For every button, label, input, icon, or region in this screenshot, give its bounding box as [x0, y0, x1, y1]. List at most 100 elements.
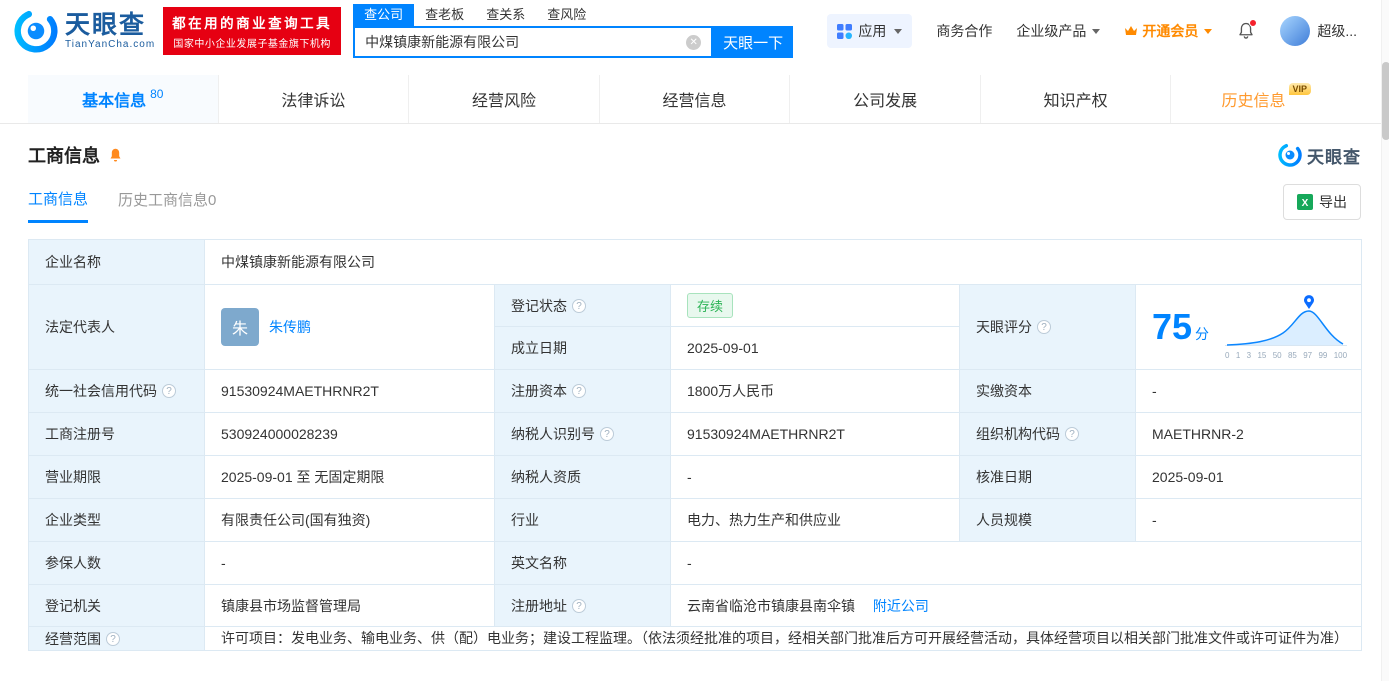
legal-rep-link[interactable]: 朱传鹏	[269, 317, 311, 337]
field-reg-capital-value: 1800万人民币	[670, 369, 960, 413]
tab-history-info[interactable]: 历史信息 VIP	[1171, 75, 1361, 123]
tab-basic-info-count: 80	[150, 87, 164, 101]
field-reg-number-label: 工商注册号	[28, 412, 205, 456]
score-tick: 100	[1333, 350, 1348, 360]
tab-intellectual-property[interactable]: 知识产权	[981, 75, 1172, 123]
field-reg-capital-label: 注册资本?	[494, 369, 671, 413]
help-icon[interactable]: ?	[572, 298, 586, 313]
clear-search-icon[interactable]: ✕	[686, 34, 702, 50]
field-staff-size-label: 人员规模	[959, 498, 1136, 542]
field-establish-date-value: 2025-09-01	[670, 326, 960, 370]
field-insured-count-label: 参保人数	[28, 541, 205, 585]
score-tick: 50	[1272, 350, 1282, 360]
slogan-line1: 都在用的商业查询工具	[172, 16, 333, 31]
tab-label: 知识产权	[1043, 93, 1108, 110]
excel-icon: X	[1297, 194, 1313, 210]
field-insured-count-value: -	[204, 541, 495, 585]
help-icon[interactable]: ?	[162, 384, 176, 398]
apps-menu-button[interactable]: 应用	[827, 14, 913, 48]
field-reg-status-label: 登记状态?	[494, 284, 671, 327]
tianyan-score[interactable]: 75 分 0 1 3 15 50 85 97 99 100	[1152, 294, 1348, 360]
menu-item-cooperation[interactable]: 商务合作	[936, 21, 992, 41]
search-tabs: 查公司 查老板 查关系 查风险	[353, 4, 793, 26]
score-tick: 99	[1318, 350, 1328, 360]
field-staff-size-value: -	[1134, 498, 1363, 542]
field-industry-value: 电力、热力生产和供应业	[670, 498, 960, 542]
score-tick: 3	[1246, 350, 1252, 360]
field-reg-authority-value: 镇康县市场监督管理局	[204, 584, 495, 627]
notification-bell[interactable]	[1236, 19, 1258, 41]
field-company-name-value: 中煤镇康新能源有限公司	[203, 239, 1363, 285]
field-reg-address-value: 云南省临沧市镇康县南伞镇 附近公司	[669, 584, 1363, 627]
open-vip-label: 开通会员	[1142, 23, 1199, 39]
subtab-row: 工商信息 历史工商信息0 X 导出	[0, 168, 1389, 226]
search-button[interactable]: 天眼一下	[713, 26, 794, 58]
tab-operation-risk[interactable]: 经营风险	[409, 75, 600, 123]
section-head: 工商信息 天眼查	[0, 124, 1389, 168]
field-taxpayer-id-value: 91530924MAETHRNR2T	[670, 412, 960, 456]
field-score-label: 天眼评分?	[959, 284, 1136, 370]
help-icon[interactable]: ?	[106, 631, 120, 646]
search-tab-risk[interactable]: 查风险	[536, 4, 597, 26]
score-tick: 97	[1303, 350, 1313, 360]
subtab-history-business-info[interactable]: 历史工商信息0	[118, 189, 216, 221]
field-org-code-value: MAETHRNR-2	[1134, 412, 1363, 456]
apps-grid-icon	[837, 23, 853, 39]
watermark-logo: 天眼查	[1278, 143, 1361, 168]
field-reg-status-value: 存续	[670, 284, 960, 327]
field-approval-date-value: 2025-09-01	[1134, 455, 1363, 499]
crown-icon	[1124, 25, 1138, 37]
field-approval-date-label: 核准日期	[959, 455, 1136, 499]
search-input[interactable]	[365, 34, 687, 50]
score-tick: 0	[1225, 350, 1230, 360]
slogan-line2: 国家中小企业发展子基金旗下机构	[173, 39, 331, 50]
search-tab-boss[interactable]: 查老板	[414, 4, 475, 26]
help-icon[interactable]: ?	[1065, 427, 1079, 441]
chevron-down-icon	[1204, 28, 1213, 34]
field-establish-date-label: 成立日期	[494, 326, 671, 370]
business-info-table: 企业名称 中煤镇康新能源有限公司 法定代表人 朱 朱传鹏 登记状态? 存续 天眼…	[28, 239, 1363, 651]
scrollbar[interactable]	[1381, 0, 1389, 681]
tab-operation-info[interactable]: 经营信息	[600, 75, 791, 123]
help-icon[interactable]: ?	[572, 598, 586, 613]
cooperation-label: 商务合作	[936, 23, 993, 39]
status-badge: 存续	[687, 293, 734, 318]
avatar	[1280, 16, 1311, 46]
menu-item-open-vip[interactable]: 开通会员	[1124, 21, 1213, 41]
apps-menu-label: 应用	[858, 23, 887, 39]
search-tab-relation[interactable]: 查关系	[475, 4, 536, 26]
legal-rep-avatar[interactable]: 朱	[221, 308, 259, 346]
search-tab-company[interactable]: 查公司	[353, 4, 415, 26]
tab-basic-info-label: 基本信息	[82, 93, 147, 110]
tianyancha-logo[interactable]: 天眼查 TianYanCha.com	[14, 9, 155, 53]
watermark-logo-icon	[1278, 143, 1302, 167]
search-box: ✕	[353, 26, 714, 58]
top-header: 天眼查 TianYanCha.com 都在用的商业查询工具 国家中小企业发展子基…	[0, 0, 1389, 62]
field-business-term-value: 2025-09-01 至 无固定期限	[204, 455, 495, 499]
menu-item-enterprise[interactable]: 企业级产品	[1016, 21, 1101, 41]
svg-text:X: X	[1302, 198, 1309, 209]
tab-label: 历史信息	[1221, 93, 1286, 110]
tab-basic-info[interactable]: 基本信息 80	[28, 75, 219, 123]
tab-company-development[interactable]: 公司发展	[790, 75, 981, 123]
chevron-down-icon	[894, 28, 903, 34]
alert-bell-icon[interactable]	[107, 147, 124, 164]
brand-domain: TianYanCha.com	[65, 39, 156, 50]
tab-label: 公司发展	[853, 93, 918, 110]
score-tick: 1	[1235, 350, 1241, 360]
company-nav-tabs: 基本信息 80 法律诉讼 经营风险 经营信息 公司发展 知识产权 历史信息 VI…	[0, 75, 1389, 124]
scrollbar-thumb[interactable]	[1382, 62, 1389, 140]
field-industry-label: 行业	[494, 498, 671, 542]
field-credit-code-value: 91530924MAETHRNR2T	[204, 369, 495, 413]
help-icon[interactable]: ?	[600, 427, 614, 441]
export-button[interactable]: X 导出	[1283, 184, 1361, 220]
nearby-companies-link[interactable]: 附近公司	[873, 598, 929, 614]
user-account[interactable]: 超级...	[1280, 16, 1357, 46]
help-icon[interactable]: ?	[572, 384, 586, 398]
tab-legal-proceedings[interactable]: 法律诉讼	[219, 75, 410, 123]
help-icon[interactable]: ?	[1037, 320, 1051, 334]
top-menu: 应用 商务合作 企业级产品 开通会员 超级...	[827, 14, 1389, 48]
username-label: 超级...	[1317, 23, 1357, 39]
field-taxpayer-id-label: 纳税人识别号?	[494, 412, 671, 456]
subtab-business-info[interactable]: 工商信息	[28, 188, 89, 223]
